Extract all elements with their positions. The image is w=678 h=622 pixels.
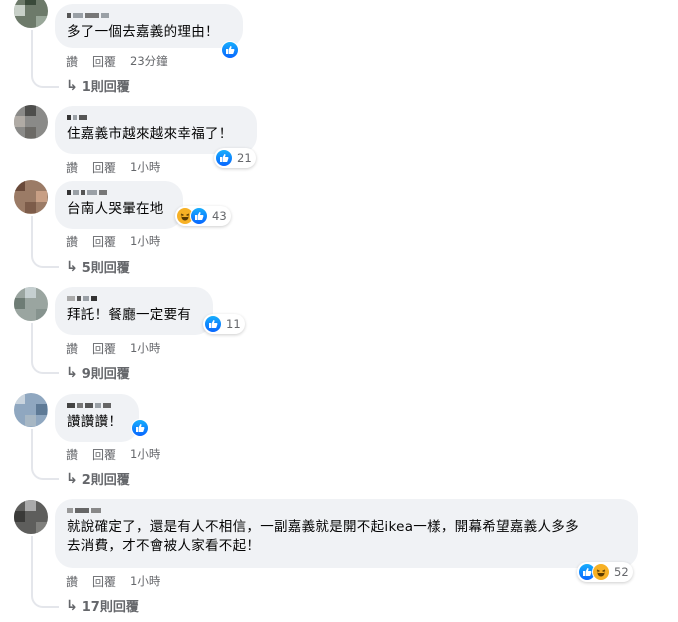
comment-text: 住嘉義市越來越來幸福了！ <box>67 126 233 142</box>
view-replies-link[interactable]: ↳ 5則回覆 <box>66 257 130 277</box>
avatar[interactable] <box>14 0 48 28</box>
reaction-badge[interactable] <box>221 40 239 60</box>
reaction-badge[interactable] <box>131 418 149 438</box>
comment-meta: 讚 回覆 23分鐘 <box>66 53 168 70</box>
reaction-badge[interactable]: 11 <box>203 314 245 334</box>
reply-button[interactable]: 回覆 <box>92 233 116 250</box>
reaction-badge[interactable]: 21 <box>214 148 256 168</box>
comment-bubble: 台南人哭暈在地 <box>55 181 183 229</box>
reply-button[interactable]: 回覆 <box>92 573 116 590</box>
reaction-count: 21 <box>237 151 252 165</box>
reaction-count: 43 <box>212 209 227 223</box>
reply-button[interactable]: 回覆 <box>92 53 116 70</box>
avatar[interactable] <box>14 105 48 139</box>
reaction-count: 52 <box>614 565 629 579</box>
avatar[interactable] <box>14 393 48 427</box>
replies-count: 1則回覆 <box>81 80 130 95</box>
like-button[interactable]: 讚 <box>66 53 78 70</box>
reply-button[interactable]: 回覆 <box>92 446 116 463</box>
like-button[interactable]: 讚 <box>66 573 78 590</box>
commenter-name-blurred[interactable] <box>67 112 245 122</box>
comment-text: 拜託！餐廳一定要有 <box>67 307 192 323</box>
comment-meta: 讚 回覆 1小時 <box>66 340 160 357</box>
commenter-name-blurred[interactable] <box>67 400 127 410</box>
timestamp[interactable]: 1小時 <box>130 233 160 250</box>
timestamp[interactable]: 23分鐘 <box>130 53 168 70</box>
commenter-name-blurred[interactable] <box>67 505 626 515</box>
comment-bubble: 就說確定了，還是有人不相信，一副嘉義就是開不起ikea一樣，開幕希望嘉義人多多 … <box>55 499 638 568</box>
comment-meta: 讚 回覆 1小時 <box>66 573 160 590</box>
thumbs-up-icon <box>190 207 208 225</box>
reply-button[interactable]: 回覆 <box>92 159 116 176</box>
like-button[interactable]: 讚 <box>66 233 78 250</box>
like-button[interactable]: 讚 <box>66 340 78 357</box>
comment-text: 台南人哭暈在地 <box>67 201 164 217</box>
thumbs-up-icon <box>215 149 233 167</box>
view-replies-link[interactable]: ↳ 2則回覆 <box>66 469 130 489</box>
comment-bubble: 讚讚讚！ <box>55 394 139 442</box>
timestamp[interactable]: 1小時 <box>130 573 160 590</box>
avatar[interactable] <box>14 180 48 214</box>
comment-bubble: 多了一個去嘉義的理由！ <box>55 4 243 48</box>
commenter-name-blurred[interactable] <box>67 10 231 20</box>
comment-bubble: 住嘉義市越來越來幸福了！ <box>55 106 257 154</box>
timestamp[interactable]: 1小時 <box>130 159 160 176</box>
reply-arrow-icon: ↳ <box>66 597 78 614</box>
reaction-count: 11 <box>226 317 241 331</box>
laughing-face-icon <box>592 563 610 581</box>
thumbs-up-icon <box>221 41 239 59</box>
timestamp[interactable]: 1小時 <box>130 340 160 357</box>
reaction-badge[interactable]: 43 <box>175 206 231 226</box>
comment-meta: 讚 回覆 1小時 <box>66 233 160 250</box>
comment-text: 多了一個去嘉義的理由！ <box>67 24 219 40</box>
reply-arrow-icon: ↳ <box>66 364 78 381</box>
commenter-name-blurred[interactable] <box>67 187 171 197</box>
reply-button[interactable]: 回覆 <box>92 340 116 357</box>
reaction-badge[interactable]: 52 <box>577 562 633 582</box>
comment-text: 讚讚讚！ <box>67 414 123 430</box>
avatar[interactable] <box>14 500 48 534</box>
like-button[interactable]: 讚 <box>66 446 78 463</box>
comment-text: 就說確定了，還是有人不相信，一副嘉義就是開不起ikea一樣，開幕希望嘉義人多多 … <box>67 519 579 554</box>
comment-meta: 讚 回覆 1小時 <box>66 159 160 176</box>
avatar[interactable] <box>14 287 48 321</box>
thumbs-up-icon <box>204 315 222 333</box>
reply-arrow-icon: ↳ <box>66 258 78 275</box>
view-replies-link[interactable]: ↳ 9則回覆 <box>66 363 130 383</box>
thumbs-up-icon <box>131 419 149 437</box>
replies-count: 2則回覆 <box>81 473 130 488</box>
view-replies-link[interactable]: ↳ 17則回覆 <box>66 596 139 616</box>
commenter-name-blurred[interactable] <box>67 293 201 303</box>
comment-bubble: 拜託！餐廳一定要有 <box>55 287 213 335</box>
replies-count: 17則回覆 <box>81 600 139 615</box>
reply-arrow-icon: ↳ <box>66 470 78 487</box>
reply-arrow-icon: ↳ <box>66 77 78 94</box>
replies-count: 9則回覆 <box>81 367 130 382</box>
view-replies-link[interactable]: ↳ 1則回覆 <box>66 76 130 96</box>
replies-count: 5則回覆 <box>81 261 130 276</box>
comment-meta: 讚 回覆 1小時 <box>66 446 160 463</box>
like-button[interactable]: 讚 <box>66 159 78 176</box>
timestamp[interactable]: 1小時 <box>130 446 160 463</box>
